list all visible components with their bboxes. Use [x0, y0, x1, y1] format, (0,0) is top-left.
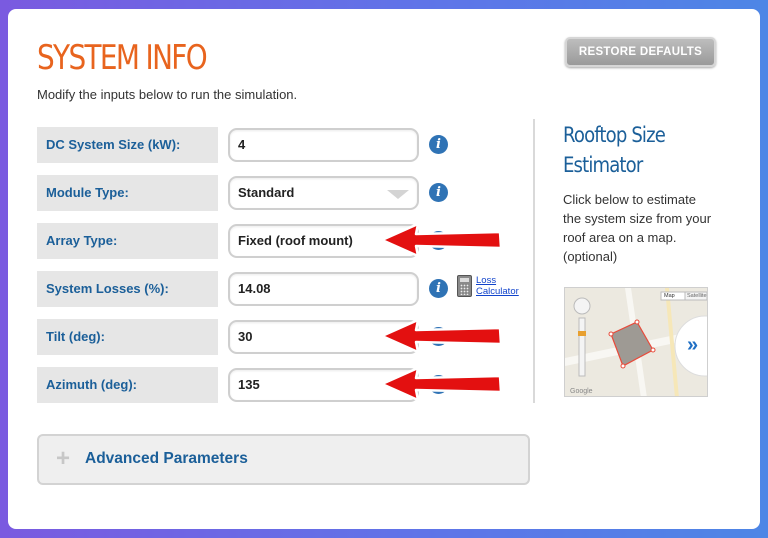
loss-calculator-link[interactable]: Loss Calculator: [476, 275, 519, 297]
system-size-label: DC System Size (kW):: [37, 127, 218, 163]
chevron-down-icon: [387, 190, 409, 199]
module-type-value: Standard: [238, 185, 295, 200]
rooftop-estimator-title-line2: Estimator: [563, 153, 643, 177]
system-losses-label: System Losses (%):: [37, 271, 218, 307]
azimuth-label: Azimuth (deg):: [37, 367, 218, 403]
page-subtitle: Modify the inputs below to run the simul…: [37, 87, 298, 102]
rooftop-estimator-description: Click below to estimate the system size …: [563, 192, 712, 264]
red-arrow-annotation: [380, 366, 503, 402]
calculator-icon[interactable]: [457, 275, 472, 297]
rooftop-estimator-title: Rooftop Size Estimator: [563, 120, 692, 180]
loss-calculator-link-line2: Calculator: [476, 286, 519, 297]
info-icon[interactable]: i: [429, 135, 448, 154]
red-arrow-annotation: [380, 222, 503, 258]
advanced-parameters-label: Advanced Parameters: [85, 450, 248, 467]
info-icon[interactable]: i: [429, 279, 448, 298]
module-type-label: Module Type:: [37, 175, 218, 211]
map-type-map-button[interactable]: Map: [664, 293, 675, 299]
advanced-parameters-toggle[interactable]: + Advanced Parameters: [37, 434, 530, 485]
rooftop-map-thumbnail[interactable]: Map Satellite Google »: [564, 287, 708, 397]
system-size-input[interactable]: 4: [228, 128, 419, 162]
double-chevron-right-icon[interactable]: »: [687, 335, 698, 355]
map-type-satellite-button[interactable]: Satellite: [687, 293, 707, 299]
page-title: SYSTEM INFO: [37, 38, 208, 78]
restore-defaults-button[interactable]: RESTORE DEFAULTS: [565, 37, 716, 67]
module-type-select[interactable]: Standard: [228, 176, 419, 210]
vertical-divider: [533, 119, 535, 403]
map-attribution: Google: [570, 388, 593, 395]
system-losses-input[interactable]: 14.08: [228, 272, 419, 306]
info-icon[interactable]: i: [429, 183, 448, 202]
rooftop-estimator-title-line1: Rooftop Size: [563, 123, 666, 147]
loss-calculator-link-line1: Loss: [476, 275, 497, 286]
red-arrow-annotation: [380, 318, 503, 354]
array-type-label: Array Type:: [37, 223, 218, 259]
tilt-label: Tilt (deg):: [37, 319, 218, 355]
plus-icon: +: [56, 445, 71, 472]
